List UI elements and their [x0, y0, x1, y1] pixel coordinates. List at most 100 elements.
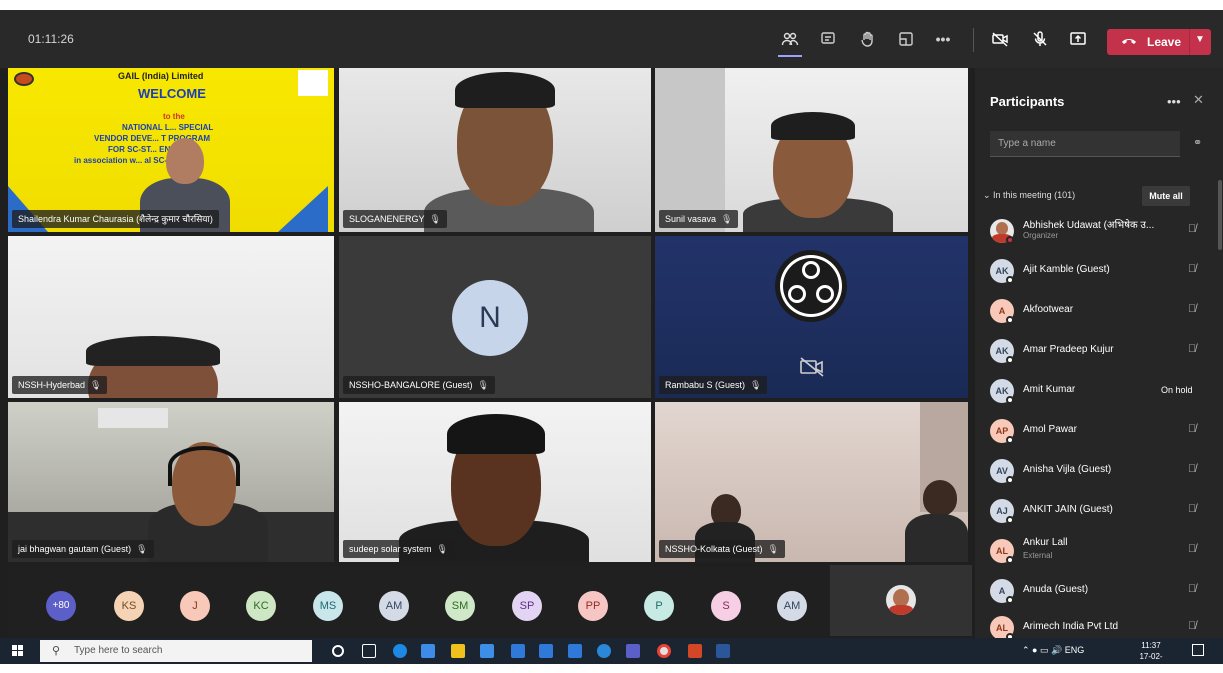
participant-list-item[interactable]: A Akfootwear 🎙̸: [985, 291, 1213, 331]
participant-list-item[interactable]: AV Anisha Vijla (Guest) 🎙̸: [985, 451, 1213, 491]
video-tile[interactable]: SLOGANENERGY 🎙: [339, 68, 651, 232]
powerpoint-icon[interactable]: [688, 644, 702, 658]
participant-name: ANKIT JAIN (Guest): [1023, 504, 1113, 515]
share-invite-icon[interactable]: ⚭: [1193, 136, 1202, 149]
video-tile[interactable]: jai bhagwan gautam (Guest) 🎙: [8, 402, 334, 562]
store-icon[interactable]: [451, 644, 465, 658]
chrome-icon[interactable]: [657, 644, 671, 658]
in-meeting-section-header[interactable]: ⌄ In this meeting (101): [983, 190, 1075, 201]
participant-list-item[interactable]: AK Ajit Kamble (Guest) 🎙̸: [985, 251, 1213, 291]
cortana-icon[interactable]: [332, 645, 344, 657]
raise-hand-icon[interactable]: [856, 27, 880, 51]
meeting-timer: 01:11:26: [28, 32, 74, 46]
chevron-down-icon[interactable]: ▼: [1195, 34, 1205, 45]
tile-name: SLOGANENERGY: [349, 214, 425, 224]
participant-list-item[interactable]: AL Ankur Lall External 🎙̸: [985, 531, 1213, 571]
mic-muted-icon: 🎙̸: [1188, 503, 1197, 515]
tile-name: Shailendra Kumar Chaurasia (शैलेन्द्र कु…: [18, 214, 213, 224]
mail-icon[interactable]: [480, 644, 494, 658]
chat-icon[interactable]: [816, 27, 840, 51]
participant-list-item[interactable]: AP Amol Pawar 🎙̸: [985, 411, 1213, 451]
participant-hair: [447, 414, 545, 454]
share-screen-icon[interactable]: [1066, 27, 1090, 51]
tile-name-chip: NSSHO-Kolkata (Guest) 🎙: [659, 540, 785, 558]
more-options-icon[interactable]: •••: [931, 27, 955, 51]
participant-name: Anisha Vijla (Guest): [1023, 464, 1112, 475]
participant-avatar[interactable]: SM: [445, 591, 475, 621]
internet-explorer-icon[interactable]: [597, 644, 611, 658]
self-video-preview[interactable]: [830, 565, 972, 636]
people-icon[interactable]: [778, 27, 802, 51]
presence-dot: [1006, 276, 1014, 284]
video-tile[interactable]: sudeep solar system 🎙: [339, 402, 651, 562]
mute-all-button[interactable]: Mute all: [1142, 186, 1190, 206]
app-icon[interactable]: [539, 644, 553, 658]
obs-logo-icon: [773, 248, 849, 324]
video-tile[interactable]: GAIL (India) Limited WELCOME to the NATI…: [8, 68, 334, 232]
participant-role: Organizer: [1023, 231, 1059, 240]
participant-search-input[interactable]: [990, 131, 1180, 157]
tile-name: NSSHO-BANGALORE (Guest): [349, 380, 473, 390]
participant-avatar[interactable]: S: [711, 591, 741, 621]
taskbar-search-placeholder: Type here to search: [74, 645, 163, 656]
video-tile[interactable]: NSSH-Hyderbad 🎙: [8, 236, 334, 398]
app-icon[interactable]: [568, 644, 582, 658]
more-options-icon[interactable]: •••: [1167, 94, 1181, 109]
participant-name: Abhishek Udawat (अभिषेक उ...: [1023, 220, 1155, 231]
presence-dot: [1006, 476, 1014, 484]
participant-avatar[interactable]: KC: [246, 591, 276, 621]
edge-icon[interactable]: [393, 644, 407, 658]
participant-list-item[interactable]: AK Amit Kumar On hold: [985, 371, 1213, 411]
event-logo: [298, 70, 328, 96]
video-tile[interactable]: NSSHO-Kolkata (Guest) 🎙: [655, 402, 968, 562]
participant-avatar[interactable]: SP: [512, 591, 542, 621]
participant-avatar[interactable]: AM: [777, 591, 807, 621]
mic-muted-icon: 🎙̸: [1188, 543, 1197, 555]
task-view-icon[interactable]: [362, 644, 376, 658]
mic-muted-icon[interactable]: [1028, 27, 1052, 51]
windows-start-icon[interactable]: [12, 645, 24, 657]
mic-muted-icon: 🎙: [429, 214, 441, 224]
participant-avatar[interactable]: MS: [313, 591, 343, 621]
participant-list-item[interactable]: A Anuda (Guest) 🎙̸: [985, 571, 1213, 611]
video-tile[interactable]: Sunil vasava 🎙: [655, 68, 968, 232]
more-participants-button[interactable]: +80: [46, 591, 76, 621]
taskbar-clock[interactable]: 11:37 17-02-2021: [1134, 640, 1168, 673]
participant-name: Amar Pradeep Kujur: [1023, 344, 1114, 355]
panel-scrollbar[interactable]: [1218, 180, 1222, 250]
teams-icon[interactable]: [626, 644, 640, 658]
tile-name: NSSH-Hyderbad: [18, 380, 86, 390]
participant-hair: [86, 336, 220, 366]
file-explorer-icon[interactable]: [421, 644, 435, 658]
participant-avatar[interactable]: AM: [379, 591, 409, 621]
camera-off-icon[interactable]: [988, 27, 1012, 51]
mic-muted-icon: 🎙: [721, 214, 733, 224]
participants-panel: Participants ••• ✕ ⚭ ⌄ In this meeting (…: [975, 68, 1223, 641]
notifications-icon[interactable]: [1192, 644, 1204, 656]
presence-dot: [1006, 396, 1014, 404]
participant-list-item[interactable]: AK Amar Pradeep Kujur 🎙̸: [985, 331, 1213, 371]
system-tray[interactable]: ⌃ ● ▭ 🔊 ENG: [1022, 645, 1084, 656]
presence-dot: [1006, 436, 1014, 444]
word-icon[interactable]: [716, 644, 730, 658]
video-tile[interactable]: Rambabu S (Guest) 🎙: [655, 236, 968, 398]
tile-name-chip: sudeep solar system 🎙: [343, 540, 454, 558]
leave-button[interactable]: Leave ▼: [1107, 29, 1211, 55]
presence-dot: [1006, 316, 1014, 324]
tile-name-chip: Rambabu S (Guest) 🎙: [659, 376, 768, 394]
window-top-edge: [0, 0, 1223, 10]
presence-dot: [1006, 596, 1014, 604]
participant-avatar[interactable]: KS: [114, 591, 144, 621]
taskbar-search-box[interactable]: ⚲ Type here to search: [40, 640, 312, 662]
participant-avatar[interactable]: PP: [578, 591, 608, 621]
banner-org: GAIL (India) Limited: [118, 71, 204, 81]
clock-date: 17-02-2021: [1139, 652, 1163, 672]
breakout-rooms-icon[interactable]: [894, 27, 918, 51]
participant-avatar[interactable]: J: [180, 591, 210, 621]
close-icon[interactable]: ✕: [1193, 92, 1204, 108]
participant-list-item[interactable]: Abhishek Udawat (अभिषेक उ... Organizer 🎙…: [985, 211, 1213, 251]
participant-list-item[interactable]: AJ ANKIT JAIN (Guest) 🎙̸: [985, 491, 1213, 531]
video-tile[interactable]: N NSSHO-BANGALORE (Guest) 🎙: [339, 236, 651, 398]
outlook-icon[interactable]: [511, 644, 525, 658]
participant-avatar[interactable]: P: [644, 591, 674, 621]
